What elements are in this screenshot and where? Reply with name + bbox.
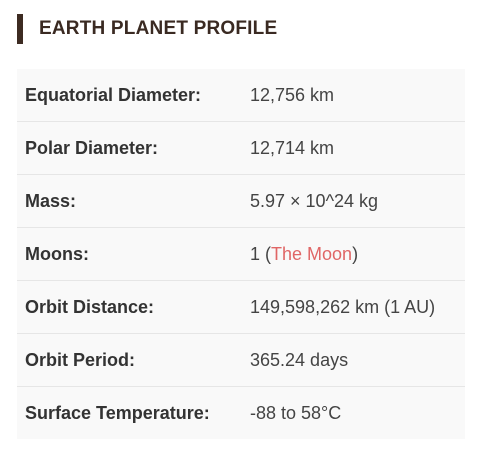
profile-header: EARTH PLANET PROFILE	[17, 14, 277, 44]
table-row-mass: Mass: 5.97 × 10^24 kg	[17, 174, 465, 228]
table-row-moons: Moons: 1 (The Moon)	[17, 227, 465, 281]
row-value: 149,598,262 km (1 AU)	[250, 280, 465, 334]
table-row-surface-temperature: Surface Temperature: -88 to 58°C	[17, 387, 465, 440]
row-label: Orbit Distance:	[17, 280, 250, 334]
row-label: Orbit Period:	[17, 333, 250, 387]
table-row-polar-diameter: Polar Diameter: 12,714 km	[17, 121, 465, 175]
table-row-equatorial-diameter: Equatorial Diameter: 12,756 km	[17, 69, 465, 122]
header-accent-bar	[17, 14, 23, 44]
moons-count-suffix: )	[352, 243, 359, 264]
row-value: 12,714 km	[250, 121, 465, 175]
table-row-orbit-period: Orbit Period: 365.24 days	[17, 333, 465, 387]
table-row-orbit-distance: Orbit Distance: 149,598,262 km (1 AU)	[17, 280, 465, 334]
planet-profile-table: Equatorial Diameter: 12,756 km Polar Dia…	[17, 69, 465, 439]
row-label: Moons:	[17, 227, 250, 281]
row-value: 12,756 km	[250, 69, 465, 122]
row-label: Equatorial Diameter:	[17, 69, 250, 122]
page-title: EARTH PLANET PROFILE	[39, 18, 278, 39]
the-moon-link[interactable]: The Moon	[271, 244, 352, 264]
row-label: Polar Diameter:	[17, 121, 250, 175]
row-label: Surface Temperature:	[25, 402, 210, 423]
row-value: -88 to 58°C	[250, 402, 342, 423]
row-value: 5.97 × 10^24 kg	[250, 174, 465, 228]
moons-count-prefix: 1 (	[250, 243, 272, 264]
row-value: 365.24 days	[250, 333, 465, 387]
row-label: Mass:	[17, 174, 250, 228]
row-value: 1 (The Moon)	[250, 227, 465, 281]
